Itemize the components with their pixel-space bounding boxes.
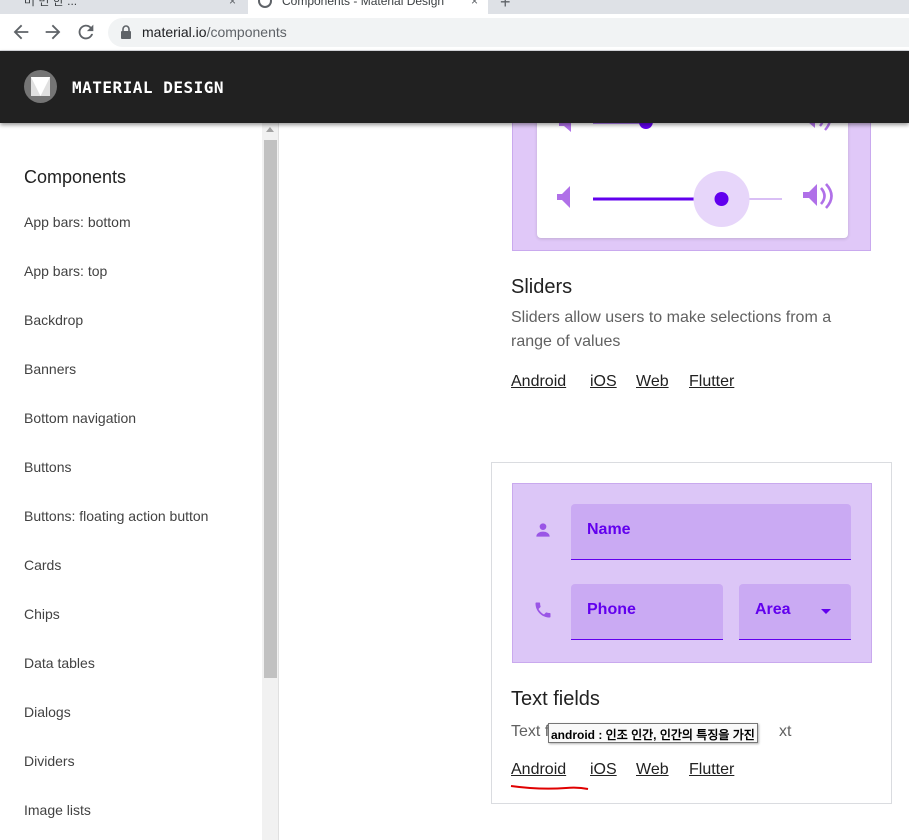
area-select-label: Area [755,601,791,618]
text-fields-link-ios[interactable]: iOS [590,761,617,779]
browser-toolbar: material.io/components [0,14,909,51]
site-header: MATERIAL DESIGN [0,51,909,123]
site-title[interactable]: MATERIAL DESIGN [72,78,224,97]
text-fields-link-web[interactable]: Web [636,761,669,779]
red-underline-annotation [510,779,590,797]
tooltip: android : 인조 인간, 인간의 특징을 가진 [548,723,758,743]
browser-tab-inactive[interactable]: 머 번 한 ... × [0,0,246,14]
volume-high-icon [809,123,815,128]
name-field-label: Name [587,521,631,538]
browser-tab-strip: 머 번 한 ... × Components - Material Design… [0,0,909,14]
phone-icon [533,600,553,625]
sidebar-item[interactable]: Image lists [24,802,91,818]
url-host: material.io [142,24,207,40]
sidebar-item[interactable]: Banners [24,361,76,377]
name-field[interactable]: Name [571,504,851,560]
sidebar-nav: Components App bars: bottom App bars: to… [0,123,262,840]
sidebar-item[interactable]: App bars: top [24,263,107,279]
slider-thumb [638,123,653,129]
person-icon [533,520,553,545]
sliders-card-image[interactable] [512,123,871,251]
material-logo-icon[interactable] [24,70,57,103]
slider-top[interactable] [559,123,831,132]
text-fields-card[interactable]: Name Phone Area [491,462,892,804]
text-fields-link-android[interactable]: Android [511,761,566,779]
url-path: /components [206,24,287,40]
sidebar-item[interactable]: Data tables [24,655,95,671]
slider-demo-graphic [557,123,833,227]
reload-icon[interactable] [75,21,97,43]
volume-low-icon [559,123,571,132]
text-fields-description-start: Text f [511,723,550,740]
sidebar-item[interactable]: App bars: bottom [24,214,131,230]
slider-bottom[interactable] [557,171,833,227]
new-tab-icon[interactable]: + [500,0,511,13]
sliders-link-ios[interactable]: iOS [590,373,617,391]
back-arrow-icon[interactable] [10,21,32,43]
sliders-link-flutter[interactable]: Flutter [689,373,734,391]
lock-icon[interactable] [120,25,132,44]
url-text: material.io/components [142,24,287,40]
volume-low-icon [557,186,570,208]
tab-title: 머 번 한 ... [24,0,78,8]
text-fields-card-image: Name Phone Area [512,483,872,663]
slider-thumb [714,192,729,206]
volume-high-icon [803,184,817,206]
sliders-link-android[interactable]: Android [511,373,566,391]
sliders-description: Sliders allow users to make selections f… [511,309,832,350]
sidebar-heading[interactable]: Components [24,167,126,188]
address-bar[interactable]: material.io/components [108,18,909,47]
sidebar-item[interactable]: Cards [24,557,61,573]
slider-demo-panel [537,123,848,238]
scroll-thumb[interactable] [264,140,277,678]
favicon-icon [258,0,272,8]
text-fields-link-flutter[interactable]: Flutter [689,761,734,779]
sidebar-item[interactable]: Bottom navigation [24,410,136,426]
text-fields-description-end: xt [779,723,792,740]
phone-field-label: Phone [587,601,636,618]
tab-title: Components - Material Design [282,0,445,8]
sidebar-item[interactable]: Chips [24,606,60,622]
area-select[interactable]: Area [739,584,851,640]
text-fields-title[interactable]: Text fields [511,688,600,711]
sidebar-item[interactable]: Buttons [24,459,71,475]
browser-tab-active[interactable]: Components - Material Design × [248,0,488,14]
close-tab-icon[interactable]: × [229,0,236,12]
sidebar-item[interactable]: Backdrop [24,312,83,328]
forward-arrow-icon[interactable] [42,21,64,43]
phone-field[interactable]: Phone [571,584,723,640]
sidebar-scrollbar[interactable] [262,123,279,840]
close-tab-icon[interactable]: × [471,0,478,12]
scroll-up-arrow-icon[interactable] [266,127,274,132]
sliders-link-web[interactable]: Web [636,373,669,391]
dropdown-arrow-icon[interactable] [821,609,831,614]
sidebar-item[interactable]: Dividers [24,753,75,769]
sidebar-item[interactable]: Dialogs [24,704,71,720]
sidebar-item[interactable]: Buttons: floating action button [24,508,208,524]
sliders-title[interactable]: Sliders [511,276,572,299]
